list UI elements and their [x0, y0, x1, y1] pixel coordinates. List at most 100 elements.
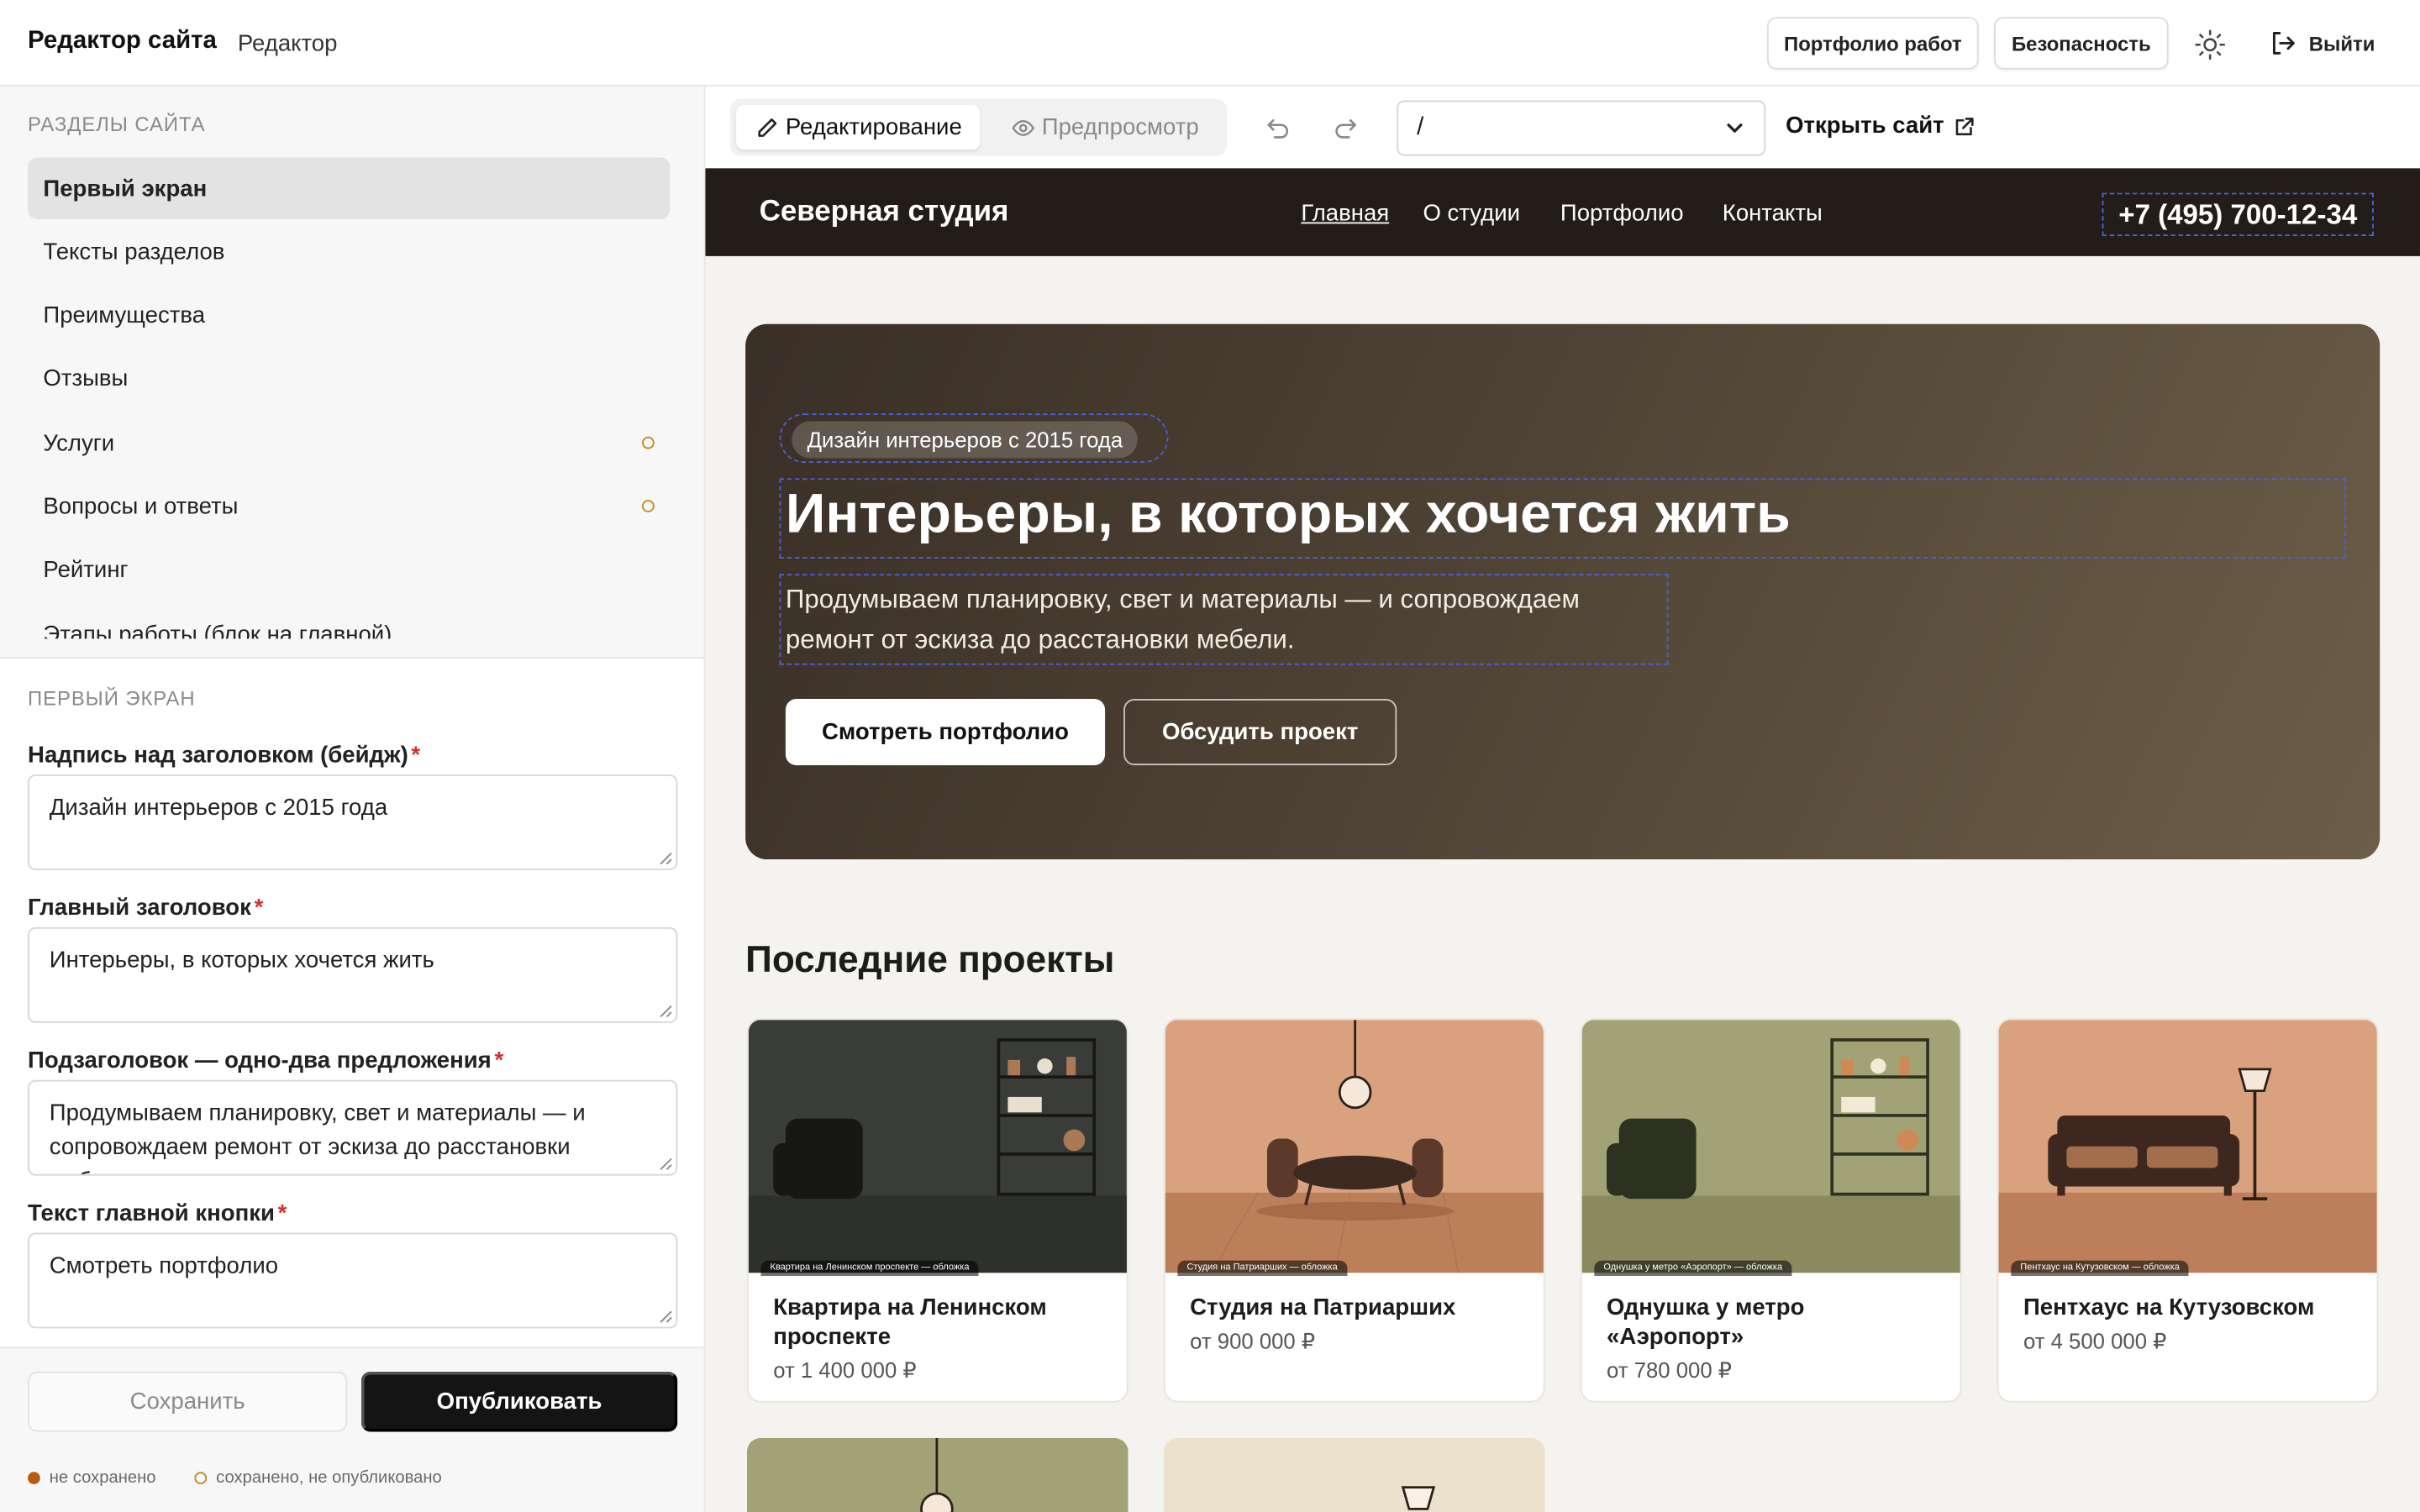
- top-bar: Редактор сайта Редактор Портфолио работ …: [0, 0, 2420, 87]
- sidebar-item-label: Этапы работы (блок на главной): [43, 621, 392, 639]
- project-title: Однушка у метро «Аэропорт»: [1607, 1294, 1805, 1351]
- resize-grip-icon[interactable]: [659, 1005, 673, 1019]
- eye-icon: [1012, 119, 1035, 135]
- sidebar-item-rating[interactable]: Рейтинг: [28, 539, 670, 601]
- hero-secondary-button[interactable]: Обсудить проект: [1123, 699, 1397, 766]
- unpublished-status-dot: [642, 500, 655, 513]
- chevron-down-icon: [1727, 123, 1743, 133]
- site-nav-about[interactable]: О студии: [1423, 201, 1520, 227]
- pencil-icon: [758, 118, 777, 136]
- sidebar-item-label: Преимущества: [43, 302, 206, 329]
- project-cover-image: [746, 1437, 1128, 1512]
- hero-badge: Дизайн интерьеров с 2015 года: [792, 421, 1139, 459]
- project-cover-image: [1165, 1020, 1544, 1273]
- sidebar: Разделы сайта Первый экран Тексты раздел…: [0, 86, 706, 1512]
- project-card[interactable]: Однушка у метро «Аэропорт» — обложка Одн…: [1580, 1018, 1962, 1403]
- external-link-icon: [1955, 117, 1974, 135]
- form-title: Первый экран: [28, 686, 196, 710]
- tab-preview[interactable]: Предпросмотр: [992, 105, 1218, 150]
- publish-button[interactable]: Опубликовать: [360, 1371, 678, 1432]
- sidebar-item-label: Услуги: [43, 429, 115, 457]
- open-site-link[interactable]: Открыть сайт: [1786, 113, 1975, 139]
- project-card[interactable]: Пентхаус на Кутузовском — обложка Пентха…: [1996, 1018, 2379, 1403]
- mode-switcher: Редактирование Предпросмотр: [729, 98, 1228, 156]
- hero-subtitle: Продумываем планировку, свет и материалы…: [785, 585, 1581, 654]
- project-card-partial[interactable]: [746, 1437, 1128, 1512]
- site-preview: Северная студия Главная О студии Портфол…: [705, 168, 2420, 1512]
- legend-saved: сохранено, не опубликовано: [194, 1469, 442, 1488]
- project-cover-image: [1998, 1020, 2377, 1273]
- title-field[interactable]: Интерьеры, в которых хочется жить: [28, 927, 678, 1023]
- sidebar-item-hero[interactable]: Первый экран: [28, 157, 671, 219]
- site-header: Северная студия Главная О студии Портфол…: [705, 168, 2420, 256]
- logout-button[interactable]: Выйти: [2269, 26, 2375, 60]
- redo-icon[interactable]: [1332, 114, 1360, 142]
- title-field-label: Главный заголовок *: [28, 895, 264, 921]
- project-card-partial[interactable]: [1163, 1437, 1545, 1512]
- sidebar-item-label: Первый экран: [43, 175, 208, 202]
- page-path-value: /: [1417, 113, 1424, 141]
- saved-dot-icon: [194, 1472, 208, 1484]
- hero-primary-button[interactable]: Смотреть портфолио: [785, 699, 1106, 766]
- hero-badge-edit-zone[interactable]: Дизайн интерьеров с 2015 года: [779, 413, 1169, 464]
- site-nav-contacts[interactable]: Контакты: [1723, 201, 1823, 227]
- sidebar-item-label: Отзывы: [43, 366, 129, 393]
- editor-toolbar: Редактирование Предпросмотр / Открыть са…: [705, 86, 2420, 169]
- project-title: Квартира на Ленинском проспекте: [773, 1294, 1047, 1351]
- undo-icon[interactable]: [1264, 114, 1292, 142]
- cover-caption: Пентхаус на Кутузовском — обложка: [2011, 1260, 2189, 1276]
- sidebar-item-label: Рейтинг: [43, 557, 129, 584]
- theme-toggle-sun-icon[interactable]: [2193, 28, 2227, 61]
- subtitle-field-label: Подзаголовок — одно-два предложения *: [28, 1047, 504, 1074]
- project-title: Пентхаус на Кутузовском: [2023, 1294, 2315, 1321]
- app-title: Редактор сайта: [28, 28, 217, 55]
- sidebar-item-work-stages[interactable]: Этапы работы (блок на главной): [28, 603, 670, 638]
- hero-title: Интерьеры, в которых хочется жить: [785, 481, 1791, 545]
- button-text-field[interactable]: Смотреть портфолио: [28, 1232, 678, 1329]
- sidebar-item-advantages[interactable]: Преимущества: [28, 285, 670, 346]
- sidebar-item-reviews[interactable]: Отзывы: [28, 349, 670, 410]
- app-subtitle: Редактор: [237, 30, 338, 57]
- logout-icon: [2272, 32, 2295, 55]
- resize-grip-icon[interactable]: [659, 1158, 673, 1172]
- logout-label: Выйти: [2308, 31, 2375, 55]
- site-phone[interactable]: +7 (495) 700-12-34: [2102, 192, 2374, 237]
- unpublished-status-dot: [642, 437, 655, 449]
- sections-list[interactable]: Первый экран Тексты разделов Преимуществ…: [28, 157, 671, 638]
- project-card[interactable]: Квартира на Ленинском проспекте — обложк…: [746, 1018, 1128, 1403]
- tab-edit[interactable]: Редактирование: [736, 104, 981, 150]
- sections-title: Разделы сайта: [28, 113, 206, 136]
- project-cover-image: [748, 1020, 1127, 1273]
- page-path-select[interactable]: /: [1397, 100, 1766, 156]
- site-nav-home[interactable]: Главная: [1301, 201, 1389, 227]
- sidebar-item-services[interactable]: Услуги: [28, 412, 670, 474]
- button-text-field-label: Текст главной кнопки *: [28, 1200, 287, 1227]
- security-button[interactable]: Безопасность: [1994, 17, 2169, 70]
- site-logo: Северная студия: [759, 196, 1009, 228]
- legend-unsaved: не сохранено: [28, 1469, 156, 1488]
- project-price: от 900 000 ₽: [1190, 1328, 1316, 1353]
- site-nav-portfolio[interactable]: Портфолио: [1560, 201, 1684, 227]
- sidebar-item-label: Вопросы и ответы: [43, 493, 239, 520]
- badge-field-label: Надпись над заголовком (бейдж) *: [28, 742, 421, 769]
- resize-grip-icon[interactable]: [659, 852, 673, 866]
- projects-title: Последние проекты: [745, 939, 1115, 982]
- unsaved-dot-icon: [28, 1472, 40, 1484]
- sidebar-item-section-texts[interactable]: Тексты разделов: [28, 221, 670, 282]
- portfolio-button[interactable]: Портфолио работ: [1767, 17, 1979, 70]
- cover-caption: Студия на Патриарших — обложка: [1177, 1260, 1347, 1276]
- save-button[interactable]: Сохранить: [28, 1371, 348, 1432]
- sidebar-item-faq[interactable]: Вопросы и ответы: [28, 476, 670, 538]
- project-cover-image: [1581, 1020, 1960, 1273]
- hero-title-edit-zone[interactable]: Интерьеры, в которых хочется жить: [779, 478, 2346, 559]
- project-cover-image: [1163, 1437, 1545, 1512]
- project-price: от 1 400 000 ₽: [773, 1357, 917, 1383]
- badge-field[interactable]: Дизайн интерьеров с 2015 года: [28, 774, 678, 870]
- hero-subtitle-edit-zone[interactable]: Продумываем планировку, свет и материалы…: [779, 574, 1669, 665]
- project-price: от 780 000 ₽: [1607, 1357, 1733, 1383]
- subtitle-field[interactable]: Продумываем планировку, свет и материалы…: [28, 1079, 678, 1176]
- cover-caption: Однушка у метро «Аэропорт» — обложка: [1594, 1260, 1792, 1276]
- resize-grip-icon[interactable]: [659, 1310, 673, 1324]
- section-form: Первый экран Надпись над заголовком (бей…: [0, 657, 704, 1349]
- project-card[interactable]: Студия на Патриарших — обложка Студия на…: [1163, 1018, 1545, 1403]
